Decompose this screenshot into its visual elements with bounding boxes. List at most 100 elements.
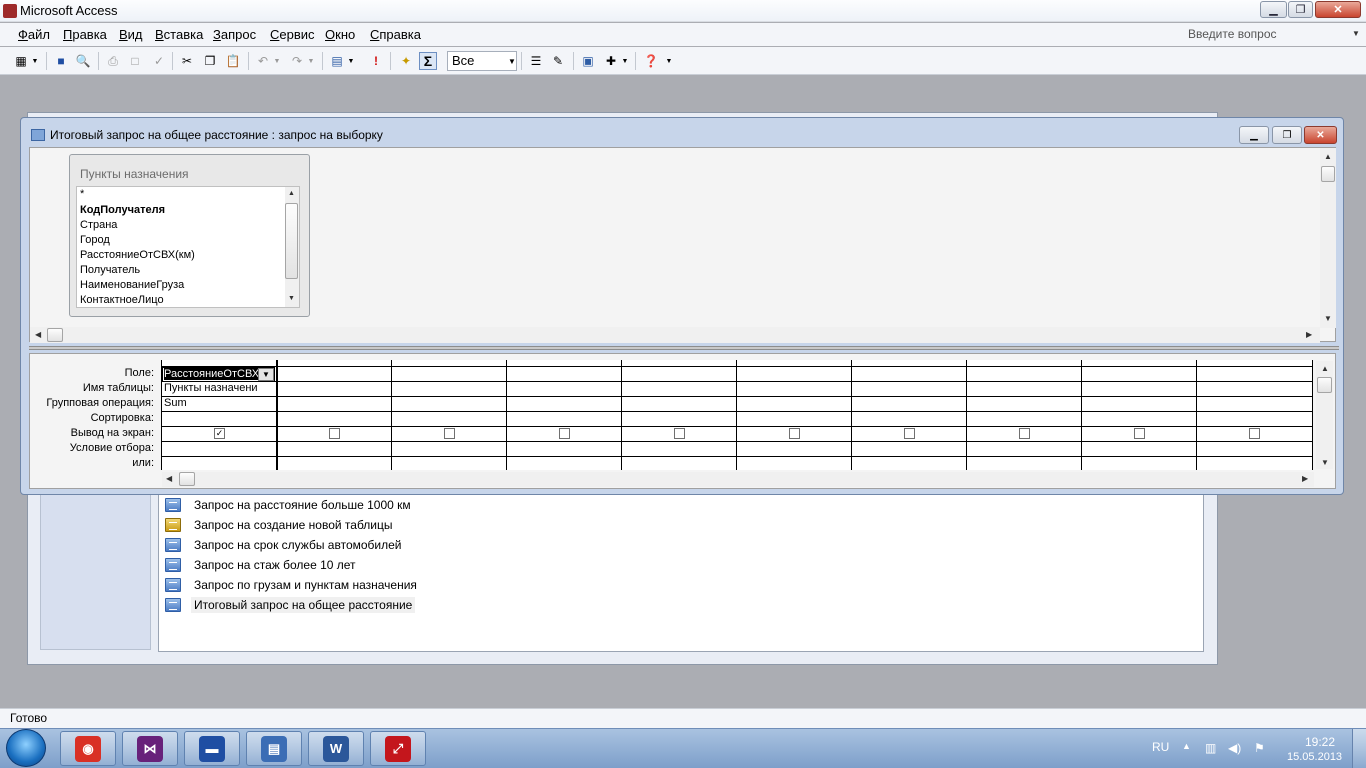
grid-column-divider[interactable] <box>966 360 967 470</box>
new-object-icon[interactable]: ✚ <box>602 52 620 70</box>
access-app-icon[interactable] <box>3 4 17 18</box>
database-objects-pane[interactable] <box>40 490 151 650</box>
search-icon[interactable]: 🔍 <box>74 52 92 70</box>
tray-network-icon[interactable]: ▥ <box>1205 741 1216 755</box>
menu-window[interactable]: Окно <box>325 27 355 42</box>
tray-language[interactable]: RU <box>1152 740 1169 754</box>
chevron-down-icon[interactable]: ▼ <box>620 52 630 70</box>
field-item[interactable]: РасстояниеОтСВХ(км) <box>80 249 195 261</box>
chevron-down-icon[interactable]: ▼ <box>508 57 516 66</box>
taskbar-app-button[interactable]: ◉ <box>60 731 116 766</box>
properties-icon[interactable]: ☰ <box>527 52 545 70</box>
field-item[interactable]: НаименованиеГруза <box>80 279 184 291</box>
grid-column-divider[interactable] <box>1312 360 1313 470</box>
grid-column-divider[interactable] <box>621 360 622 470</box>
print-icon[interactable]: ⎙ <box>104 52 122 70</box>
scroll-thumb[interactable] <box>285 203 298 279</box>
app-restore-button[interactable]: ❐ <box>1288 1 1313 18</box>
show-checkbox[interactable] <box>329 428 340 439</box>
field-item-primary-key[interactable]: КодПолучателя <box>80 204 165 216</box>
list-item[interactable]: Запрос на стаж более 10 лет <box>165 556 356 574</box>
query-maximize-button[interactable]: ❐ <box>1272 126 1302 144</box>
design-grid-horizontal-scrollbar[interactable]: ◀ ▶ <box>162 472 1314 487</box>
show-table-icon[interactable]: ✦ <box>397 52 415 70</box>
scroll-up-icon[interactable]: ▲ <box>288 190 295 197</box>
ask-question-input[interactable]: Введите вопрос <box>1182 25 1362 44</box>
grid-column-divider[interactable] <box>1081 360 1082 470</box>
scroll-left-icon[interactable]: ◀ <box>166 474 172 483</box>
query-close-button[interactable]: ✕ <box>1304 126 1337 144</box>
scroll-thumb[interactable] <box>47 328 63 342</box>
design-grid-vertical-scrollbar[interactable]: ▲ ▼ <box>1316 361 1333 469</box>
scroll-thumb[interactable] <box>1317 377 1332 393</box>
grid-column-divider[interactable] <box>851 360 852 470</box>
scroll-down-icon[interactable]: ▼ <box>1321 458 1329 467</box>
show-checkbox[interactable] <box>1019 428 1030 439</box>
tray-clock-time[interactable]: 19:22 <box>1296 735 1344 749</box>
field-item[interactable]: Получатель <box>80 264 140 276</box>
scroll-right-icon[interactable]: ▶ <box>1306 330 1312 339</box>
save-icon[interactable]: ■ <box>52 52 70 70</box>
list-item[interactable]: Запрос на расстояние больше 1000 км <box>165 496 411 514</box>
spelling-icon[interactable]: ✓ <box>150 52 168 70</box>
taskbar-app-button[interactable]: ⋈ <box>122 731 178 766</box>
menu-query[interactable]: Запрос <box>213 27 256 42</box>
taskbar-app-button[interactable]: W <box>308 731 364 766</box>
grid-column-divider[interactable] <box>276 360 278 470</box>
cut-icon[interactable]: ✂ <box>178 52 196 70</box>
design-grid[interactable] <box>161 360 1313 470</box>
menu-file[interactable]: Файл <box>18 27 50 42</box>
grid-cell-total[interactable]: Sum <box>164 397 274 409</box>
show-checkbox[interactable] <box>789 428 800 439</box>
menu-tools[interactable]: Сервис <box>270 27 315 42</box>
windows-start-button[interactable] <box>6 729 46 767</box>
field-list-scrollbar[interactable]: ▲ ▼ <box>285 187 299 307</box>
taskbar-app-button[interactable]: ▤ <box>246 731 302 766</box>
taskbar-app-button[interactable]: ⤢ <box>370 731 426 766</box>
app-minimize-button[interactable]: ▁ <box>1260 1 1287 18</box>
tray-volume-icon[interactable]: ◀) <box>1228 741 1241 755</box>
grid-column-divider[interactable] <box>391 360 392 470</box>
field-item[interactable]: Страна <box>80 219 117 231</box>
show-checkbox[interactable] <box>674 428 685 439</box>
build-icon[interactable]: ✎ <box>549 52 567 70</box>
print-preview-icon[interactable]: □ <box>126 52 144 70</box>
chevron-down-icon[interactable]: ▼ <box>1352 29 1360 38</box>
scroll-down-icon[interactable]: ▼ <box>1324 314 1332 323</box>
tray-expand-icon[interactable]: ▲ <box>1182 741 1191 751</box>
show-checkbox[interactable] <box>1134 428 1145 439</box>
query-minimize-button[interactable]: ▁ <box>1239 126 1269 144</box>
query-type-icon[interactable]: ▤ <box>328 52 346 70</box>
totals-sigma-button[interactable]: Σ <box>419 52 437 70</box>
show-checkbox[interactable]: ✓ <box>214 428 225 439</box>
chevron-down-icon[interactable]: ▼ <box>258 368 274 381</box>
field-item[interactable]: Город <box>80 234 110 246</box>
list-item[interactable]: Запрос на создание новой таблицы <box>165 516 393 534</box>
menu-help[interactable]: Справка <box>370 27 421 42</box>
list-item-selected[interactable]: Итоговый запрос на общее расстояние <box>165 596 416 614</box>
run-icon[interactable]: ! <box>367 52 385 70</box>
menu-insert[interactable]: Вставка <box>155 27 203 42</box>
query-icon[interactable] <box>31 129 45 141</box>
show-desktop-button[interactable] <box>1352 729 1366 768</box>
top-values-combo[interactable]: Все <box>447 51 517 71</box>
taskbar-app-button[interactable]: ▬ <box>184 731 240 766</box>
database-window-icon[interactable]: ▣ <box>579 52 597 70</box>
menu-view[interactable]: Вид <box>119 27 143 42</box>
view-icon[interactable]: ▦ <box>12 52 30 70</box>
scroll-up-icon[interactable]: ▲ <box>1321 364 1329 373</box>
chevron-down-icon[interactable]: ▼ <box>346 52 356 70</box>
undo-icon[interactable]: ↶ <box>254 52 272 70</box>
scroll-down-icon[interactable]: ▼ <box>288 295 295 302</box>
table-pane-horizontal-scrollbar[interactable]: ◀ ▶ <box>30 327 1320 343</box>
chevron-down-icon[interactable]: ▼ <box>272 52 282 70</box>
tray-clock-date[interactable]: 15.05.2013 <box>1287 751 1342 763</box>
scroll-thumb[interactable] <box>179 472 195 486</box>
show-checkbox[interactable] <box>444 428 455 439</box>
help-icon[interactable]: ❓ <box>642 52 660 70</box>
grid-column-divider[interactable] <box>736 360 737 470</box>
app-close-button[interactable]: ✕ <box>1315 1 1361 18</box>
grid-column-divider[interactable] <box>1196 360 1197 470</box>
grid-cell-table[interactable]: Пункты назначени <box>164 382 274 394</box>
copy-icon[interactable]: ❐ <box>201 52 219 70</box>
